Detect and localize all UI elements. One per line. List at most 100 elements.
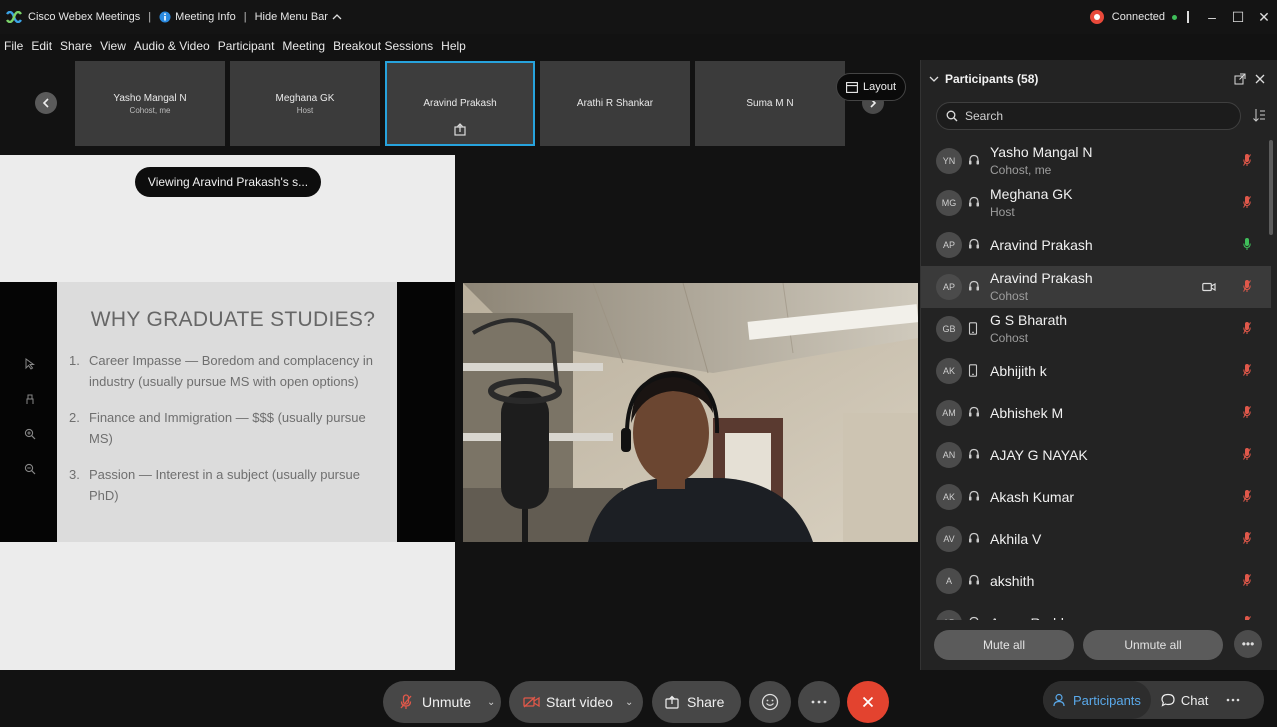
share-icon <box>665 695 679 709</box>
participant-row[interactable]: AN AJAY G NAYAK <box>921 434 1271 476</box>
mic-muted-icon[interactable] <box>1243 405 1251 422</box>
smiley-icon <box>761 693 779 711</box>
menu-audio-video[interactable]: Audio & Video <box>134 39 210 53</box>
sort-icon[interactable] <box>1252 108 1266 122</box>
zoom-in-icon[interactable] <box>20 425 40 443</box>
bullet-text: Passion — Interest in a subject (usually… <box>89 467 360 503</box>
meeting-info-button[interactable]: Meeting Info <box>159 11 236 23</box>
close-button[interactable]: ✕ <box>1251 4 1277 30</box>
participant-row[interactable]: AP Aravind Prakash <box>921 224 1271 266</box>
participant-list-scrollbar[interactable] <box>1269 140 1273 235</box>
menu-participant[interactable]: Participant <box>218 39 275 53</box>
webex-logo-icon <box>6 9 22 25</box>
mic-muted-icon[interactable] <box>1243 615 1251 620</box>
pointer-icon[interactable] <box>20 355 40 373</box>
video-tile[interactable]: Suma M N <box>695 61 845 146</box>
share-button[interactable]: Share <box>652 681 741 723</box>
active-speaker-video[interactable] <box>463 283 918 542</box>
menu-help[interactable]: Help <box>441 39 466 53</box>
video-tile-active[interactable]: Aravind Prakash <box>385 61 535 146</box>
leave-meeting-button[interactable] <box>847 681 889 723</box>
hide-menu-bar-button[interactable]: Hide Menu Bar <box>255 11 342 23</box>
mute-all-label: Mute all <box>982 638 1026 652</box>
popout-icon[interactable] <box>1234 73 1246 85</box>
start-video-button[interactable]: Start video ⌄ <box>509 681 643 723</box>
menu-edit[interactable]: Edit <box>31 39 52 53</box>
mic-muted-icon[interactable] <box>1243 195 1251 212</box>
mic-muted-icon[interactable] <box>1243 153 1251 170</box>
strip-prev-button[interactable] <box>35 92 57 114</box>
mic-muted-icon[interactable] <box>1243 363 1251 380</box>
participant-row[interactable]: MG Meghana GK Host <box>921 182 1271 224</box>
video-tile[interactable]: Meghana GK Host <box>230 61 380 146</box>
mic-muted-icon[interactable] <box>1243 447 1251 464</box>
participant-row[interactable]: AK Abhijith k <box>921 350 1271 392</box>
camera-on-icon[interactable] <box>1202 281 1216 295</box>
participant-search-input[interactable]: Search <box>936 102 1241 130</box>
mic-muted-icon[interactable] <box>1243 531 1251 548</box>
panel-title: Participants (58) <box>945 72 1039 86</box>
tile-name: Arathi R Shankar <box>576 98 654 109</box>
mic-muted-icon[interactable] <box>1243 489 1251 506</box>
person-icon <box>1053 693 1065 707</box>
headset-icon <box>968 532 980 547</box>
close-panel-icon[interactable] <box>1255 74 1265 84</box>
unmute-all-button[interactable]: Unmute all <box>1083 630 1223 660</box>
title-bar: Cisco Webex Meetings | Meeting Info | Hi… <box>0 0 1277 34</box>
minimize-button[interactable]: – <box>1199 4 1225 30</box>
avatar: A <box>936 568 962 594</box>
mic-active-icon[interactable] <box>1243 237 1251 254</box>
viewing-share-indicator[interactable]: Viewing Aravind Prakash's s... <box>135 167 321 197</box>
participant-row[interactable]: Aakshith <box>921 560 1271 602</box>
participant-row[interactable]: AV Akhila V <box>921 518 1271 560</box>
avatar: YN <box>936 148 962 174</box>
mute-all-button[interactable]: Mute all <box>934 630 1074 660</box>
participant-name: Abhishek M <box>990 405 1064 421</box>
video-tile[interactable]: Yasho Mangal N Cohost, me <box>75 61 225 146</box>
participant-row[interactable]: AP Aman Reddy <box>921 602 1271 620</box>
reactions-button[interactable] <box>749 681 791 723</box>
more-options-button[interactable] <box>798 681 840 723</box>
participant-role: Cohost, me <box>990 163 1052 177</box>
participant-row[interactable]: AM Abhishek M <box>921 392 1271 434</box>
recording-icon[interactable] <box>1089 10 1104 24</box>
menu-file[interactable]: File <box>4 39 23 53</box>
mic-muted-icon[interactable] <box>1243 321 1251 338</box>
menu-meeting[interactable]: Meeting <box>282 39 325 53</box>
video-options-chevron-icon[interactable]: ⌄ <box>625 697 633 708</box>
panel-more-button[interactable]: ••• <box>1234 630 1262 658</box>
mic-muted-icon[interactable] <box>1243 573 1251 590</box>
annotate-icon[interactable] <box>20 390 40 408</box>
participant-row[interactable]: AP Aravind Prakash Cohost <box>921 266 1271 308</box>
mic-muted-icon[interactable] <box>1243 279 1251 296</box>
unmute-options-chevron-icon[interactable]: ⌄ <box>487 697 495 708</box>
zoom-out-icon[interactable] <box>20 460 40 478</box>
participant-row[interactable]: AK Akash Kumar <box>921 476 1271 518</box>
chat-icon <box>1161 693 1175 707</box>
participant-row[interactable]: YN Yasho Mangal N Cohost, me <box>921 140 1271 182</box>
menu-share[interactable]: Share <box>60 39 92 53</box>
panel-options-button[interactable] <box>1218 681 1248 719</box>
avatar: AK <box>936 358 962 384</box>
menu-breakout-sessions[interactable]: Breakout Sessions <box>333 39 433 53</box>
participant-name: Aman Reddy <box>990 615 1071 620</box>
participant-row[interactable]: GB G S Bharath Cohost <box>921 308 1271 350</box>
chevron-down-icon[interactable] <box>929 75 939 83</box>
headset-icon <box>968 616 980 620</box>
headset-icon <box>968 196 980 211</box>
share-label: Share <box>687 694 725 710</box>
unmute-button[interactable]: Unmute ⌄ <box>383 681 501 723</box>
avatar: GB <box>936 316 962 342</box>
participants-toggle-button[interactable]: Participants <box>1043 681 1151 719</box>
title-separator: | <box>243 11 247 23</box>
participant-name: AJAY G NAYAK <box>990 447 1088 463</box>
layout-button[interactable]: Layout <box>836 73 906 101</box>
chat-toggle-button[interactable]: Chat <box>1151 681 1218 719</box>
maximize-button[interactable]: ☐ <box>1225 4 1251 30</box>
menu-view[interactable]: View <box>100 39 126 53</box>
tile-name: Meghana GK <box>275 92 335 104</box>
title-separator: | <box>148 11 152 23</box>
video-tile[interactable]: Arathi R Shankar <box>540 61 690 146</box>
participant-name: Akhila V <box>990 531 1042 547</box>
slide-bullet: 2. Finance and Immigration — $$$ (usuall… <box>69 407 387 449</box>
